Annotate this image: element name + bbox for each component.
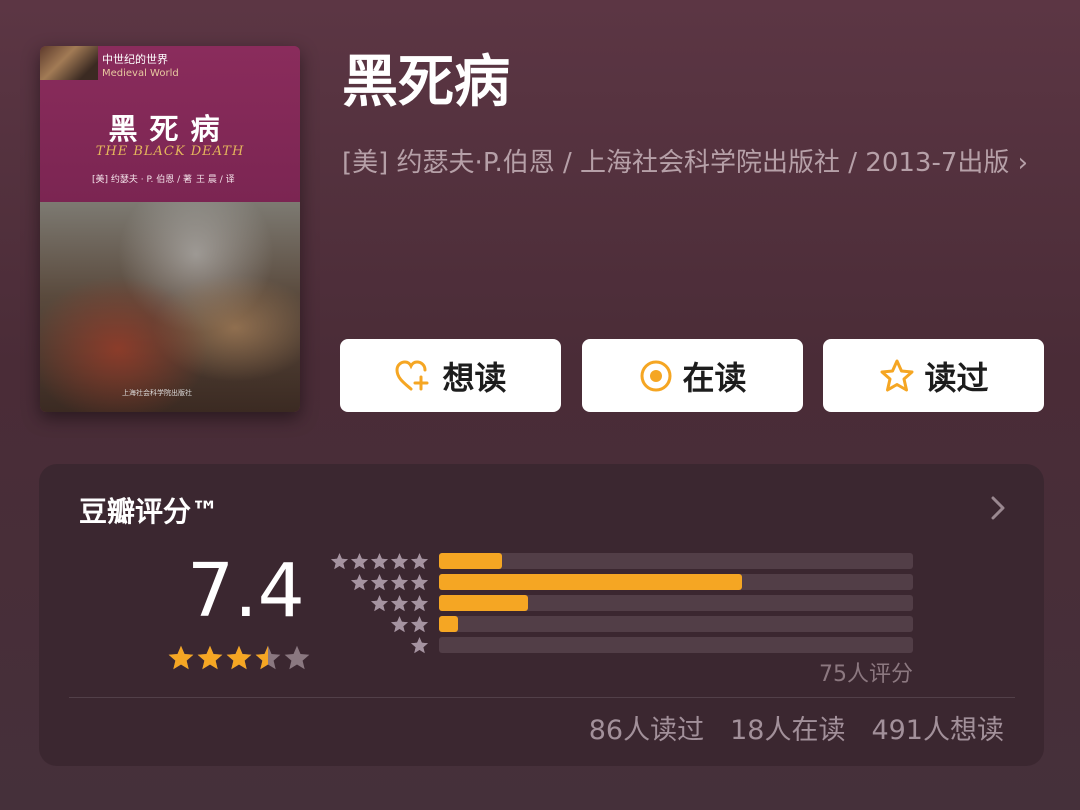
- cover-series-english: Medieval World: [102, 68, 179, 79]
- chevron-right-icon: ›: [1017, 148, 1029, 178]
- star-level-2: [389, 615, 429, 635]
- star-half-icon: [255, 645, 281, 670]
- distribution-bar-2: [439, 616, 913, 632]
- star-small-icon: [391, 595, 408, 612]
- rating-score: 7.4: [187, 548, 305, 634]
- rating-count: 75人评分: [819, 662, 913, 687]
- book-meta-link[interactable]: [美] 约瑟夫·P.伯恩 / 上海社会科学院出版社 / 2013-7出版 ›: [342, 146, 1042, 180]
- star-small-icon: [371, 595, 388, 612]
- star-small-icon: [411, 637, 428, 654]
- rating-title: 豆瓣评分™: [79, 495, 220, 528]
- star-small-icon: [391, 574, 408, 591]
- star-level-5: [329, 552, 429, 572]
- distribution-bar-4: [439, 574, 913, 590]
- star-filled-icon: [168, 645, 194, 670]
- chevron-right-icon[interactable]: [989, 494, 1007, 522]
- star-level-3: [369, 594, 429, 614]
- cover-title: 黑死病: [108, 112, 232, 146]
- star-empty-icon: [284, 645, 310, 670]
- star-outline-icon: [880, 359, 914, 391]
- cover-author: [美] 约瑟夫 · P. 伯恩 / 著: [92, 175, 192, 185]
- star-small-icon: [351, 553, 368, 570]
- heart-plus-icon: [395, 359, 429, 390]
- divider: [69, 697, 1015, 698]
- distribution-bar-fill-2: [439, 616, 458, 632]
- rating-stars: [167, 644, 311, 672]
- distribution-bar-fill-3: [439, 595, 528, 611]
- star-small-icon: [351, 574, 368, 591]
- star-small-icon: [411, 574, 428, 591]
- star-small-icon: [371, 553, 388, 570]
- distribution-bar-1: [439, 637, 913, 653]
- want-count: 491人想读: [871, 715, 1004, 746]
- star-small-icon: [391, 553, 408, 570]
- read-count: 86人读过: [588, 715, 705, 746]
- reader-stats: 86人读过 18人在读 491人想读: [589, 708, 1004, 747]
- distribution-bar-fill-4: [439, 574, 743, 590]
- target-circle-icon: [640, 360, 672, 391]
- rating-card[interactable]: 豆瓣评分™ 7.4 75人评分 86人读过 18人在读 491人想读: [39, 464, 1044, 766]
- cover-painting: 上海社会科学院出版社: [40, 202, 300, 412]
- have-read-label: 读过: [924, 358, 989, 397]
- want-to-read-button[interactable]: 想读: [340, 339, 561, 412]
- star-small-icon: [411, 616, 428, 633]
- cover-translator: 王 晨 / 译: [196, 175, 235, 185]
- reading-count: 18人在读: [730, 715, 846, 746]
- book-title: 黑死病: [342, 50, 510, 115]
- distribution-bar-5: [439, 553, 913, 569]
- star-small-icon: [411, 595, 428, 612]
- book-meta-text: [美] 约瑟夫·P.伯恩 / 上海社会科学院出版社 / 2013-7出版: [342, 148, 1010, 178]
- star-small-icon: [411, 553, 428, 570]
- book-cover[interactable]: 中世纪的世界 Medieval World 黑死病 THE BLACK DEAT…: [40, 46, 300, 412]
- cover-publisher: 上海社会科学院出版社: [122, 389, 192, 397]
- distribution-bar-3: [439, 595, 913, 611]
- cover-series-title: 中世纪的世界: [102, 53, 168, 66]
- star-filled-icon: [226, 645, 252, 670]
- star-level-4: [349, 573, 429, 593]
- reading-label: 在读: [682, 358, 747, 397]
- star-level-1: [409, 636, 429, 656]
- cover-subtitle: THE BLACK DEATH: [95, 144, 245, 159]
- want-to-read-label: 想读: [442, 358, 507, 397]
- cover-thumbnail-art: [40, 46, 98, 80]
- reading-button[interactable]: 在读: [582, 339, 803, 412]
- star-small-icon: [331, 553, 348, 570]
- star-filled-icon: [197, 645, 223, 670]
- star-small-icon: [371, 574, 388, 591]
- have-read-button[interactable]: 读过: [823, 339, 1044, 412]
- distribution-bar-fill-5: [439, 553, 503, 569]
- star-small-icon: [391, 616, 408, 633]
